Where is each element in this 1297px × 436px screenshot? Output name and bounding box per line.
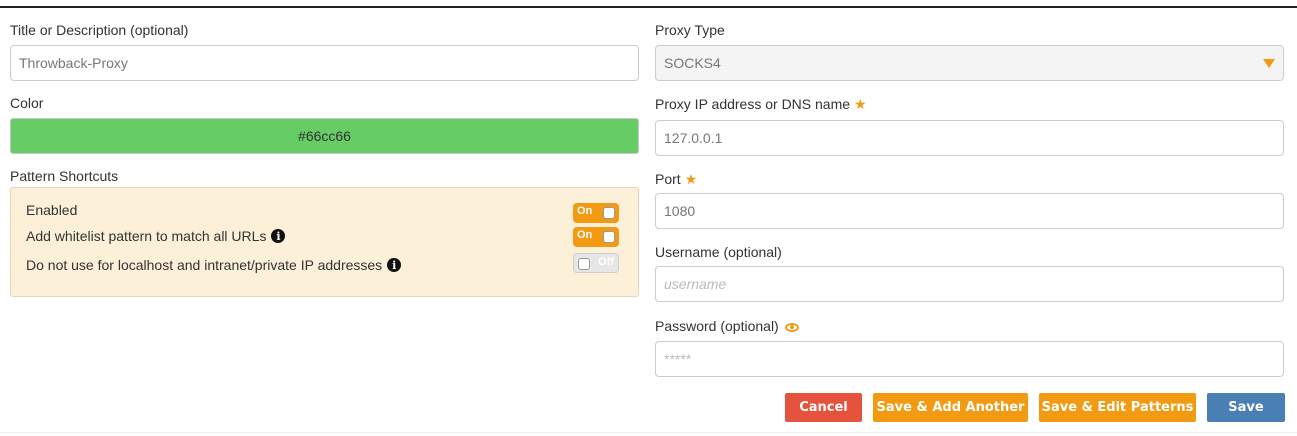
- top-border: [0, 0, 1297, 8]
- toggle-knob: [603, 231, 615, 243]
- localhost-toggle[interactable]: Off: [573, 253, 619, 273]
- required-star-icon: ★: [684, 171, 698, 187]
- cancel-button[interactable]: Cancel: [785, 393, 862, 422]
- username-label: Username (optional): [655, 244, 782, 260]
- title-label: Title or Description (optional): [10, 22, 189, 38]
- port-label-text: Port: [655, 171, 681, 187]
- shortcut-enabled: Enabled: [26, 202, 77, 218]
- proxy-type-value: SOCKS4: [664, 55, 721, 71]
- save-edit-patterns-button[interactable]: Save & Edit Patterns: [1039, 393, 1196, 422]
- toggle-state: On: [577, 205, 593, 217]
- enabled-toggle[interactable]: On: [573, 203, 619, 223]
- password-label: Password (optional): [655, 318, 799, 334]
- dropdown-caret-icon: [1263, 59, 1275, 68]
- port-label: Port ★: [655, 171, 697, 188]
- color-label: Color: [10, 95, 44, 111]
- eye-icon[interactable]: [784, 322, 799, 332]
- username-input[interactable]: username: [655, 266, 1284, 302]
- proxy-type-label: Proxy Type: [655, 22, 725, 38]
- toggle-state: On: [577, 229, 593, 241]
- title-input[interactable]: Throwback-Proxy: [10, 45, 639, 81]
- ip-input[interactable]: 127.0.0.1: [655, 120, 1284, 156]
- password-label-text: Password (optional): [655, 318, 779, 334]
- shortcut-enabled-label: Enabled: [26, 202, 78, 218]
- shortcut-whitelist-label: Add whitelist pattern to match all URLs: [26, 228, 267, 244]
- ip-label: Proxy IP address or DNS name ★: [655, 96, 867, 113]
- toggle-state: Off: [598, 256, 614, 268]
- port-input[interactable]: 1080: [655, 193, 1284, 229]
- password-input[interactable]: *****: [655, 341, 1284, 377]
- whitelist-toggle[interactable]: On: [573, 227, 619, 247]
- required-star-icon: ★: [854, 96, 867, 112]
- save-button[interactable]: Save: [1207, 393, 1285, 422]
- color-picker[interactable]: #66cc66: [10, 118, 639, 154]
- shortcut-whitelist: Add whitelist pattern to match all URLs …: [26, 228, 286, 244]
- shortcut-localhost-label: Do not use for localhost and intranet/pr…: [26, 257, 383, 273]
- info-icon[interactable]: i: [387, 258, 402, 272]
- toggle-knob: [578, 258, 590, 270]
- info-icon[interactable]: i: [271, 229, 286, 243]
- ip-label-text: Proxy IP address or DNS name: [655, 96, 851, 112]
- proxy-type-select[interactable]: SOCKS4: [655, 45, 1284, 81]
- shortcut-localhost: Do not use for localhost and intranet/pr…: [26, 257, 402, 273]
- save-add-another-button[interactable]: Save & Add Another: [873, 393, 1028, 422]
- pattern-shortcuts-label: Pattern Shortcuts: [10, 168, 119, 184]
- toggle-knob: [603, 207, 615, 219]
- bottom-divider: [0, 432, 1297, 433]
- pattern-shortcuts-panel: Enabled On Add whitelist pattern to matc…: [10, 187, 639, 297]
